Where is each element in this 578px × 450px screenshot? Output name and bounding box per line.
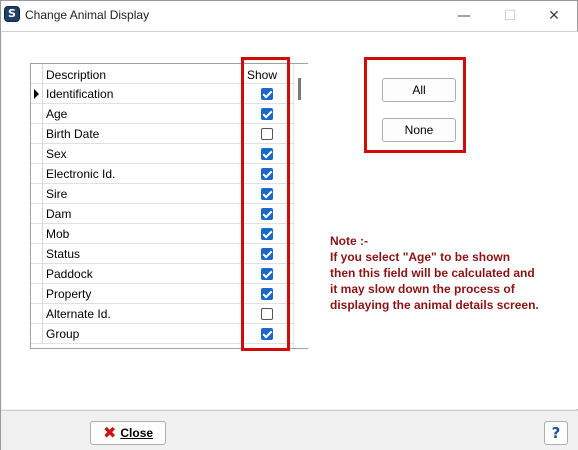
row-indicator[interactable]	[31, 84, 43, 104]
field-description: Sex	[46, 147, 67, 161]
maximize-button[interactable]: ☐	[487, 1, 533, 31]
note-line: If you select "Age" to be shown	[330, 250, 511, 264]
note-line: then this field will be calculated and	[330, 266, 535, 280]
field-description: Age	[46, 107, 68, 121]
current-row-arrow-icon	[34, 89, 39, 99]
row-indicator-header	[31, 64, 43, 84]
close-x-icon: ✖	[102, 423, 117, 442]
help-button[interactable]: ?	[544, 421, 568, 445]
change-animal-display-window: S Change Animal Display — ☐ ✕ Descriptio…	[0, 0, 578, 450]
row-indicator[interactable]	[31, 144, 43, 164]
app-logo-icon: S	[4, 6, 20, 22]
field-description: Sire	[46, 187, 68, 201]
column-header-description[interactable]: Description	[46, 68, 106, 82]
field-description: Status	[46, 247, 81, 261]
row-indicator[interactable]	[31, 284, 43, 304]
footer-bar: ✖ Close ?	[1, 410, 578, 450]
row-indicator[interactable]	[31, 244, 43, 264]
field-description: Paddock	[46, 267, 93, 281]
row-indicator[interactable]	[31, 264, 43, 284]
field-description: Mob	[46, 227, 70, 241]
close-button[interactable]: ✖ Close	[90, 421, 166, 445]
scrollbar-thumb[interactable]	[298, 78, 301, 100]
row-indicator[interactable]	[31, 324, 43, 344]
row-indicator[interactable]	[31, 104, 43, 124]
age-note: Note :- If you select "Age" to be shown …	[330, 233, 578, 313]
field-description: Alternate Id.	[46, 307, 111, 321]
note-line: displaying the animal details screen.	[330, 298, 539, 312]
field-description: Electronic Id.	[46, 167, 116, 181]
minimize-button[interactable]: —	[441, 1, 487, 31]
none-button[interactable]: None	[382, 118, 456, 142]
close-window-button[interactable]: ✕	[531, 1, 577, 31]
field-description: Group	[46, 327, 80, 341]
show-column-highlight	[241, 57, 290, 351]
all-button[interactable]: All	[382, 78, 456, 102]
row-indicator[interactable]	[31, 164, 43, 184]
row-indicator[interactable]	[31, 204, 43, 224]
dialog-body: Description Show Identification Age Birth …	[2, 31, 578, 409]
field-description: Property	[46, 287, 92, 301]
row-indicator[interactable]	[31, 224, 43, 244]
row-indicator[interactable]	[31, 124, 43, 144]
title-bar[interactable]: S Change Animal Display — ☐ ✕	[1, 1, 577, 31]
note-line: Note :-	[330, 234, 368, 248]
vertical-scrollbar[interactable]	[293, 64, 308, 348]
close-button-label: Close	[120, 426, 154, 440]
field-description: Birth Date	[46, 127, 100, 141]
row-indicator[interactable]	[31, 304, 43, 324]
row-indicator[interactable]	[31, 184, 43, 204]
field-description: Identification	[46, 87, 114, 101]
field-description: Dam	[46, 207, 72, 221]
window-title: Change Animal Display	[25, 8, 150, 22]
note-line: it may slow down the process of	[330, 282, 515, 296]
